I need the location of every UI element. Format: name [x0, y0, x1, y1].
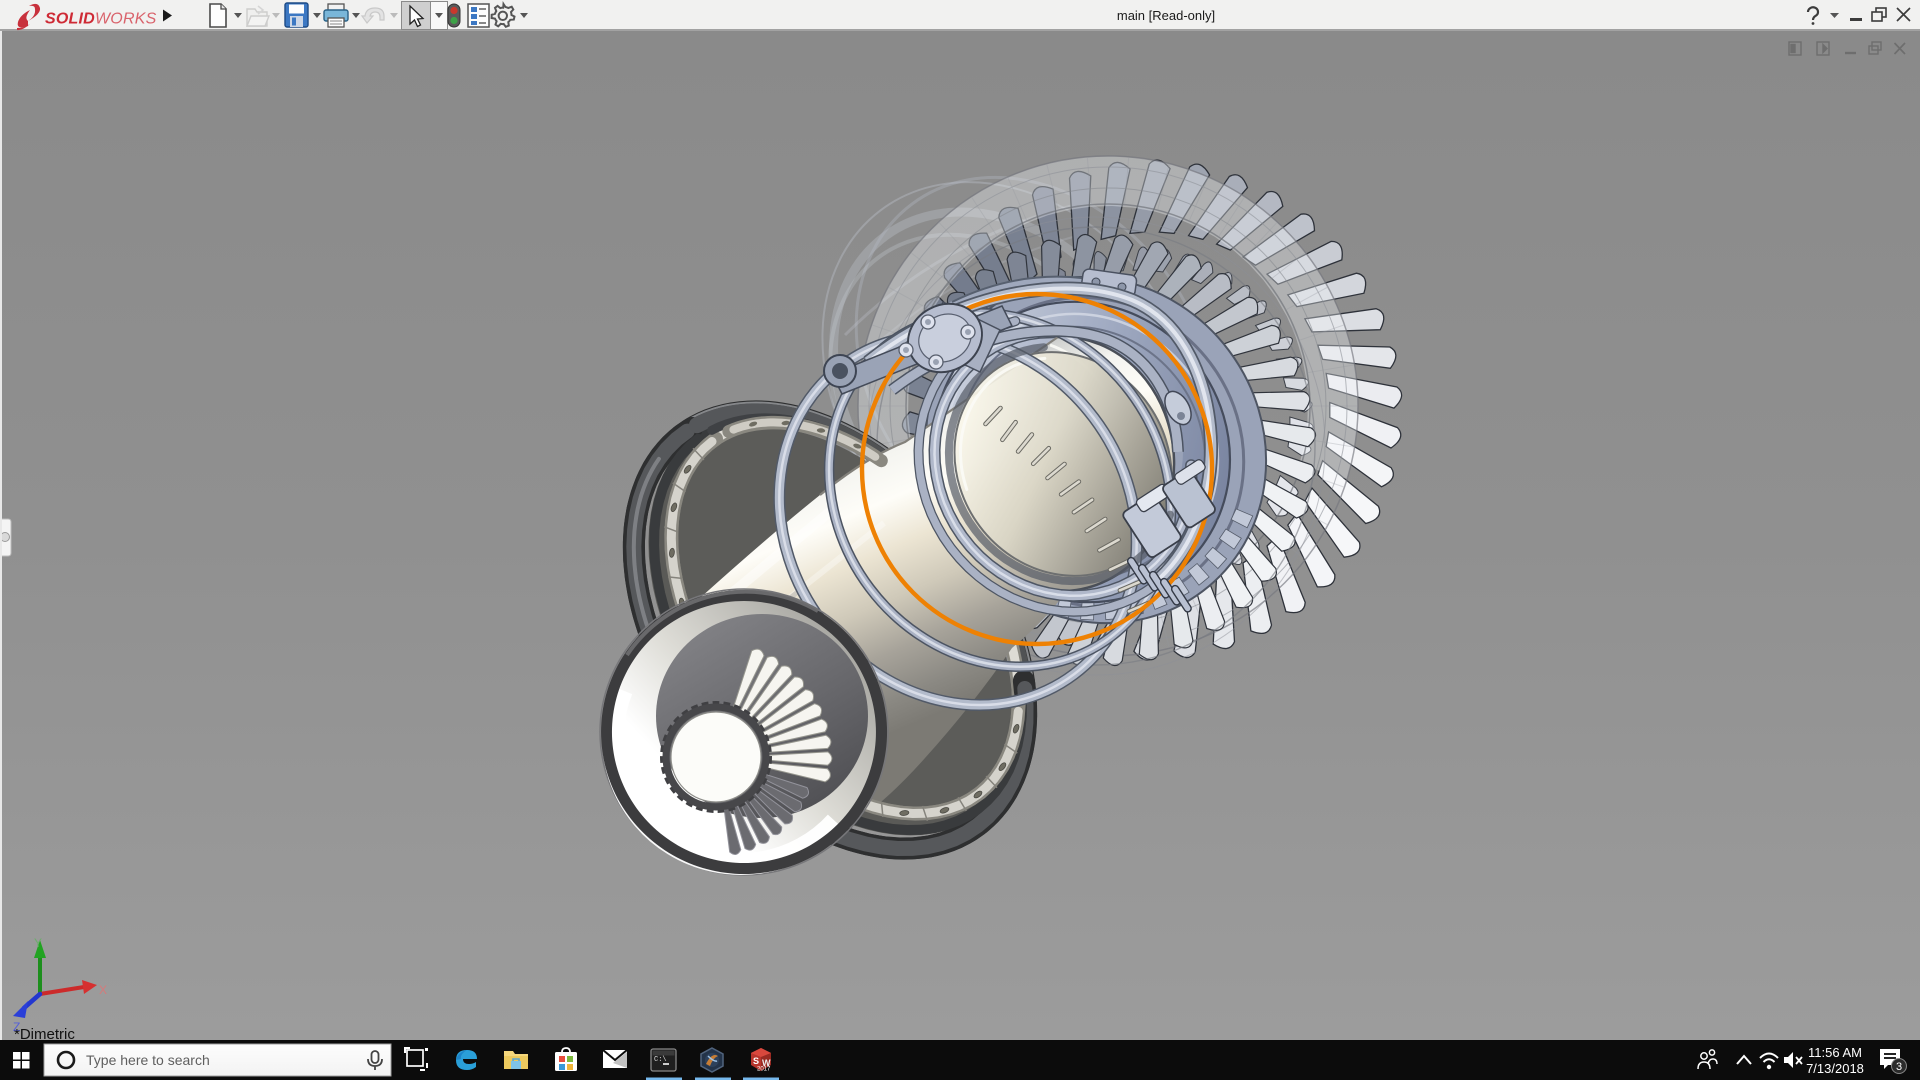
svg-text:WORKS: WORKS [95, 11, 157, 28]
svg-text:C:\: C:\ [654, 1056, 667, 1064]
svg-text:X: X [99, 983, 107, 997]
svg-text:Y: Y [34, 936, 42, 950]
svg-text:S: S [753, 1056, 759, 1066]
svg-text:*Dimetric: *Dimetric [14, 1026, 75, 1040]
svg-text:SOLID: SOLID [45, 11, 95, 28]
svg-text:2017: 2017 [757, 1067, 771, 1073]
svg-text:7/13/2018: 7/13/2018 [1806, 1061, 1864, 1076]
svg-text:3: 3 [1896, 1061, 1902, 1073]
svg-text:11:56 AM: 11:56 AM [1808, 1045, 1862, 1060]
svg-text:Type here to search: Type here to search [86, 1052, 210, 1068]
